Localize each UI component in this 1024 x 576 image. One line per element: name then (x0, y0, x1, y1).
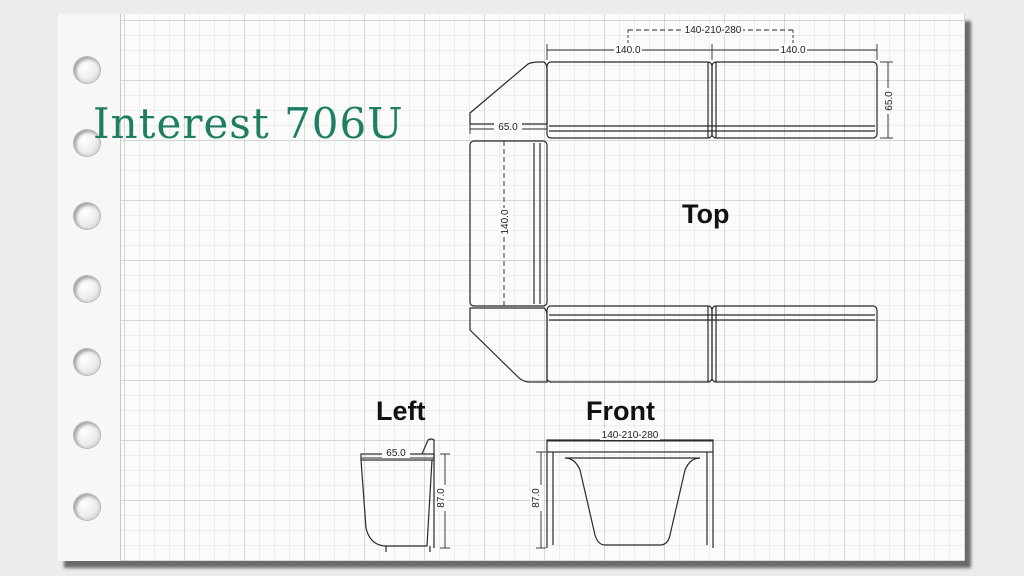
dim-module-1: 140.0 (615, 45, 640, 56)
left-body (360, 459, 433, 547)
dim-corner-depth: 65.0 (498, 122, 518, 133)
top-view (469, 61, 878, 383)
dim-overall-width: 140-210-280 (685, 25, 742, 36)
dim-front-width: 140-210-280 (602, 430, 659, 441)
lower-module-2 (711, 305, 878, 383)
front-view (536, 439, 714, 549)
technical-drawing: 140-210-280 140.0 140.0 65.0 65.0 140.0 … (360, 23, 895, 552)
front-top-rail (546, 439, 714, 453)
dim-left-depth: 65.0 (386, 448, 406, 459)
front-seat-cushion (564, 457, 701, 546)
corner-wedge-top (469, 61, 548, 125)
front-inner-posts (552, 452, 708, 545)
dim-front-height: 87.0 (531, 488, 542, 508)
dim-module-2: 140.0 (780, 45, 805, 56)
dim-side-length: 140.0 (500, 209, 511, 234)
lower-module-1 (546, 305, 713, 383)
corner-wedge-bottom (469, 307, 548, 383)
dimension-labels: 140-210-280 140.0 140.0 65.0 65.0 140.0 … (382, 23, 895, 511)
dim-seat-depth-right: 65.0 (884, 91, 895, 111)
front-side-posts (546, 452, 714, 548)
dim-left-height: 87.0 (436, 488, 447, 508)
